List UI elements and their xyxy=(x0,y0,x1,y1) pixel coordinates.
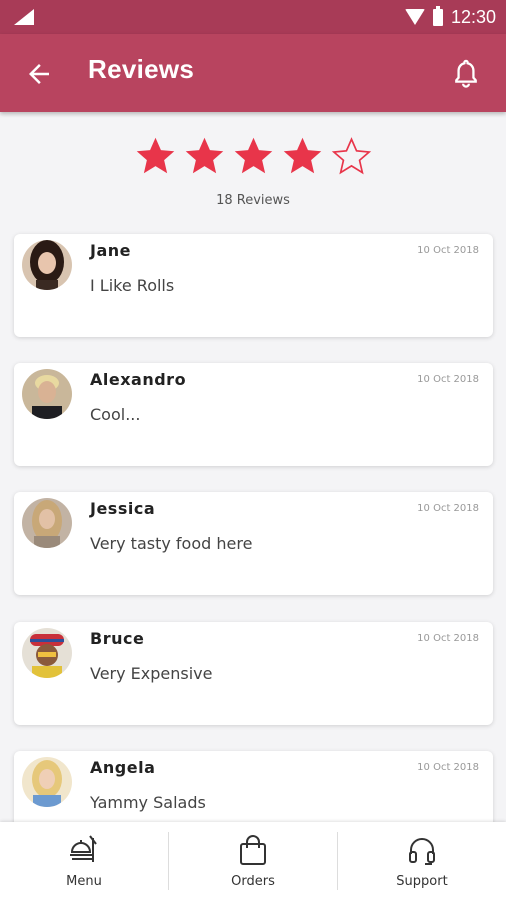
nav-orders[interactable]: Orders xyxy=(168,832,337,890)
review-text: Cool... xyxy=(90,405,141,424)
shopping-bag-icon xyxy=(240,835,266,865)
review-date: 10 Oct 2018 xyxy=(417,503,479,514)
food-tray-icon xyxy=(70,835,97,862)
star-rating xyxy=(0,134,506,179)
star-empty-icon xyxy=(331,137,371,175)
reviewer-name: Angela xyxy=(90,758,156,777)
review-date: 10 Oct 2018 xyxy=(417,374,479,385)
review-date: 10 Oct 2018 xyxy=(417,633,479,644)
star-filled-icon xyxy=(234,137,272,174)
star-filled-icon xyxy=(283,137,321,174)
review-text: Yammy Salads xyxy=(90,793,206,812)
avatar xyxy=(22,240,72,290)
star-filled-icon xyxy=(136,137,174,174)
avatar xyxy=(22,498,72,548)
nav-menu-label: Menu xyxy=(66,874,102,889)
avatar xyxy=(22,369,72,419)
review-text: Very Expensive xyxy=(90,664,213,683)
page-title: Reviews xyxy=(88,54,195,84)
review-date: 10 Oct 2018 xyxy=(417,762,479,773)
signal-icon xyxy=(14,9,34,25)
status-time: 12:30 xyxy=(450,6,496,27)
reviewer-name: Alexandro xyxy=(90,370,187,389)
back-arrow-icon[interactable] xyxy=(24,59,54,89)
app-bar: Reviews xyxy=(0,34,506,112)
battery-icon xyxy=(432,5,443,26)
review-card[interactable]: Jane 10 Oct 2018 I Like Rolls xyxy=(14,234,493,337)
avatar xyxy=(22,628,72,678)
nav-orders-label: Orders xyxy=(231,874,275,889)
avatar xyxy=(22,757,72,807)
review-card[interactable]: Bruce 10 Oct 2018 Very Expensive xyxy=(14,622,493,725)
review-card[interactable]: Alexandro 10 Oct 2018 Cool... xyxy=(14,363,493,466)
nav-support-label: Support xyxy=(396,874,448,889)
headset-icon xyxy=(409,838,435,865)
review-date: 10 Oct 2018 xyxy=(417,245,479,256)
reviewer-name: Jane xyxy=(90,241,131,260)
status-bar: 12:30 xyxy=(0,0,506,34)
star-filled-icon xyxy=(185,137,223,174)
review-card[interactable]: Jessica 10 Oct 2018 Very tasty food here xyxy=(14,492,493,595)
reviewer-name: Bruce xyxy=(90,629,145,648)
review-text: I Like Rolls xyxy=(90,276,175,295)
review-count: 18 Reviews xyxy=(216,193,290,208)
wifi-icon xyxy=(404,9,425,25)
bottom-navigation: Menu Orders Support xyxy=(0,822,506,900)
nav-menu[interactable]: Menu xyxy=(0,822,168,900)
reviewer-name: Jessica xyxy=(90,499,156,518)
bell-icon[interactable] xyxy=(452,58,480,90)
review-text: Very tasty food here xyxy=(90,534,253,553)
nav-support[interactable]: Support xyxy=(337,832,506,890)
rating-summary: 18 Reviews xyxy=(0,134,506,208)
